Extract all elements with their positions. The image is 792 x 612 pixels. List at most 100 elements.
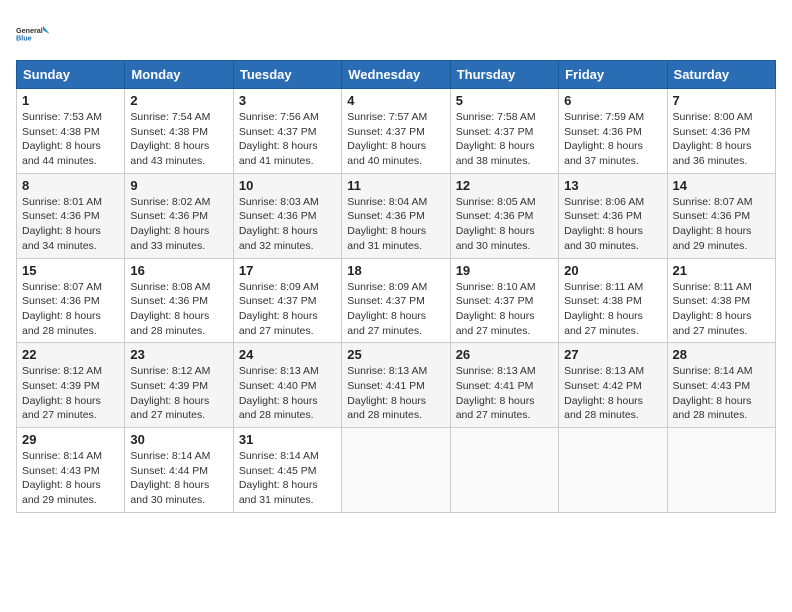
svg-text:Blue: Blue [16, 33, 32, 42]
day-number: 27 [564, 347, 661, 362]
day-info: Sunrise: 8:11 AM Sunset: 4:38 PM Dayligh… [673, 280, 770, 339]
weekday-header-saturday: Saturday [667, 61, 775, 89]
empty-cell [450, 428, 558, 513]
calendar-day-4: 4 Sunrise: 7:57 AM Sunset: 4:37 PM Daylig… [342, 89, 450, 174]
day-number: 21 [673, 263, 770, 278]
day-info: Sunrise: 8:11 AM Sunset: 4:38 PM Dayligh… [564, 280, 661, 339]
day-info: Sunrise: 8:13 AM Sunset: 4:41 PM Dayligh… [347, 364, 444, 423]
day-number: 14 [673, 178, 770, 193]
day-number: 16 [130, 263, 227, 278]
calendar-table: SundayMondayTuesdayWednesdayThursdayFrid… [16, 60, 776, 513]
empty-cell [342, 428, 450, 513]
calendar-day-7: 7 Sunrise: 8:00 AM Sunset: 4:36 PM Daylig… [667, 89, 775, 174]
calendar-day-2: 2 Sunrise: 7:54 AM Sunset: 4:38 PM Daylig… [125, 89, 233, 174]
day-number: 18 [347, 263, 444, 278]
calendar-day-30: 30 Sunrise: 8:14 AM Sunset: 4:44 PM Dayli… [125, 428, 233, 513]
calendar-day-28: 28 Sunrise: 8:14 AM Sunset: 4:43 PM Dayli… [667, 343, 775, 428]
page-header: GeneralBlue [16, 16, 776, 52]
day-info: Sunrise: 8:13 AM Sunset: 4:40 PM Dayligh… [239, 364, 336, 423]
day-number: 6 [564, 93, 661, 108]
day-number: 7 [673, 93, 770, 108]
calendar-day-22: 22 Sunrise: 8:12 AM Sunset: 4:39 PM Dayli… [17, 343, 125, 428]
day-number: 2 [130, 93, 227, 108]
day-info: Sunrise: 8:08 AM Sunset: 4:36 PM Dayligh… [130, 280, 227, 339]
day-number: 30 [130, 432, 227, 447]
calendar-day-10: 10 Sunrise: 8:03 AM Sunset: 4:36 PM Dayli… [233, 173, 341, 258]
calendar-day-21: 21 Sunrise: 8:11 AM Sunset: 4:38 PM Dayli… [667, 258, 775, 343]
day-number: 23 [130, 347, 227, 362]
calendar-day-13: 13 Sunrise: 8:06 AM Sunset: 4:36 PM Dayli… [559, 173, 667, 258]
day-info: Sunrise: 8:09 AM Sunset: 4:37 PM Dayligh… [239, 280, 336, 339]
calendar-day-5: 5 Sunrise: 7:58 AM Sunset: 4:37 PM Daylig… [450, 89, 558, 174]
day-number: 26 [456, 347, 553, 362]
weekday-header-thursday: Thursday [450, 61, 558, 89]
day-number: 29 [22, 432, 119, 447]
day-number: 13 [564, 178, 661, 193]
day-number: 31 [239, 432, 336, 447]
day-number: 22 [22, 347, 119, 362]
day-number: 25 [347, 347, 444, 362]
day-info: Sunrise: 8:12 AM Sunset: 4:39 PM Dayligh… [22, 364, 119, 423]
day-info: Sunrise: 8:04 AM Sunset: 4:36 PM Dayligh… [347, 195, 444, 254]
day-number: 10 [239, 178, 336, 193]
day-info: Sunrise: 7:58 AM Sunset: 4:37 PM Dayligh… [456, 110, 553, 169]
calendar-day-9: 9Sunrise: 8:02 AM Sunset: 4:36 PM Daylig… [125, 173, 233, 258]
day-number: 4 [347, 93, 444, 108]
weekday-header-wednesday: Wednesday [342, 61, 450, 89]
calendar-day-3: 3 Sunrise: 7:56 AM Sunset: 4:37 PM Daylig… [233, 89, 341, 174]
day-info: Sunrise: 8:02 AM Sunset: 4:36 PM Dayligh… [130, 195, 227, 254]
day-info: Sunrise: 8:14 AM Sunset: 4:43 PM Dayligh… [22, 449, 119, 508]
day-info: Sunrise: 7:53 AM Sunset: 4:38 PM Dayligh… [22, 110, 119, 169]
day-number: 3 [239, 93, 336, 108]
day-info: Sunrise: 8:14 AM Sunset: 4:44 PM Dayligh… [130, 449, 227, 508]
calendar-week-3: 15Sunrise: 8:07 AM Sunset: 4:36 PM Dayli… [17, 258, 776, 343]
day-info: Sunrise: 8:09 AM Sunset: 4:37 PM Dayligh… [347, 280, 444, 339]
day-info: Sunrise: 8:13 AM Sunset: 4:42 PM Dayligh… [564, 364, 661, 423]
day-info: Sunrise: 7:54 AM Sunset: 4:38 PM Dayligh… [130, 110, 227, 169]
calendar-day-16: 16 Sunrise: 8:08 AM Sunset: 4:36 PM Dayli… [125, 258, 233, 343]
weekday-header-friday: Friday [559, 61, 667, 89]
calendar-day-23: 23 Sunrise: 8:12 AM Sunset: 4:39 PM Dayli… [125, 343, 233, 428]
day-info: Sunrise: 8:10 AM Sunset: 4:37 PM Dayligh… [456, 280, 553, 339]
day-info: Sunrise: 7:59 AM Sunset: 4:36 PM Dayligh… [564, 110, 661, 169]
calendar-day-11: 11 Sunrise: 8:04 AM Sunset: 4:36 PM Dayli… [342, 173, 450, 258]
calendar-day-29: 29 Sunrise: 8:14 AM Sunset: 4:43 PM Dayli… [17, 428, 125, 513]
calendar-week-4: 22 Sunrise: 8:12 AM Sunset: 4:39 PM Dayli… [17, 343, 776, 428]
calendar-day-15: 15Sunrise: 8:07 AM Sunset: 4:36 PM Dayli… [17, 258, 125, 343]
day-info: Sunrise: 8:03 AM Sunset: 4:36 PM Dayligh… [239, 195, 336, 254]
day-info: Sunrise: 8:14 AM Sunset: 4:45 PM Dayligh… [239, 449, 336, 508]
calendar-day-24: 24 Sunrise: 8:13 AM Sunset: 4:40 PM Dayli… [233, 343, 341, 428]
day-number: 5 [456, 93, 553, 108]
calendar-day-18: 18 Sunrise: 8:09 AM Sunset: 4:37 PM Dayli… [342, 258, 450, 343]
calendar-day-14: 14 Sunrise: 8:07 AM Sunset: 4:36 PM Dayli… [667, 173, 775, 258]
day-number: 11 [347, 178, 444, 193]
calendar-day-17: 17 Sunrise: 8:09 AM Sunset: 4:37 PM Dayli… [233, 258, 341, 343]
day-info: Sunrise: 8:06 AM Sunset: 4:36 PM Dayligh… [564, 195, 661, 254]
calendar-week-1: 1Sunrise: 7:53 AM Sunset: 4:38 PM Daylig… [17, 89, 776, 174]
calendar-day-25: 25 Sunrise: 8:13 AM Sunset: 4:41 PM Dayli… [342, 343, 450, 428]
day-info: Sunrise: 8:13 AM Sunset: 4:41 PM Dayligh… [456, 364, 553, 423]
logo-icon: GeneralBlue [16, 16, 52, 52]
calendar-day-20: 20 Sunrise: 8:11 AM Sunset: 4:38 PM Dayli… [559, 258, 667, 343]
day-number: 15 [22, 263, 119, 278]
day-info: Sunrise: 8:14 AM Sunset: 4:43 PM Dayligh… [673, 364, 770, 423]
day-number: 24 [239, 347, 336, 362]
day-number: 28 [673, 347, 770, 362]
day-info: Sunrise: 7:57 AM Sunset: 4:37 PM Dayligh… [347, 110, 444, 169]
logo: GeneralBlue [16, 16, 52, 52]
day-number: 17 [239, 263, 336, 278]
weekday-header-row: SundayMondayTuesdayWednesdayThursdayFrid… [17, 61, 776, 89]
day-info: Sunrise: 8:01 AM Sunset: 4:36 PM Dayligh… [22, 195, 119, 254]
day-number: 8 [22, 178, 119, 193]
empty-cell [667, 428, 775, 513]
day-info: Sunrise: 8:07 AM Sunset: 4:36 PM Dayligh… [673, 195, 770, 254]
calendar-day-6: 6 Sunrise: 7:59 AM Sunset: 4:36 PM Daylig… [559, 89, 667, 174]
day-info: Sunrise: 7:56 AM Sunset: 4:37 PM Dayligh… [239, 110, 336, 169]
day-number: 20 [564, 263, 661, 278]
calendar-day-31: 31 Sunrise: 8:14 AM Sunset: 4:45 PM Dayli… [233, 428, 341, 513]
calendar-week-2: 8 Sunrise: 8:01 AM Sunset: 4:36 PM Daylig… [17, 173, 776, 258]
weekday-header-sunday: Sunday [17, 61, 125, 89]
day-info: Sunrise: 8:12 AM Sunset: 4:39 PM Dayligh… [130, 364, 227, 423]
calendar-day-12: 12Sunrise: 8:05 AM Sunset: 4:36 PM Dayli… [450, 173, 558, 258]
day-info: Sunrise: 8:00 AM Sunset: 4:36 PM Dayligh… [673, 110, 770, 169]
